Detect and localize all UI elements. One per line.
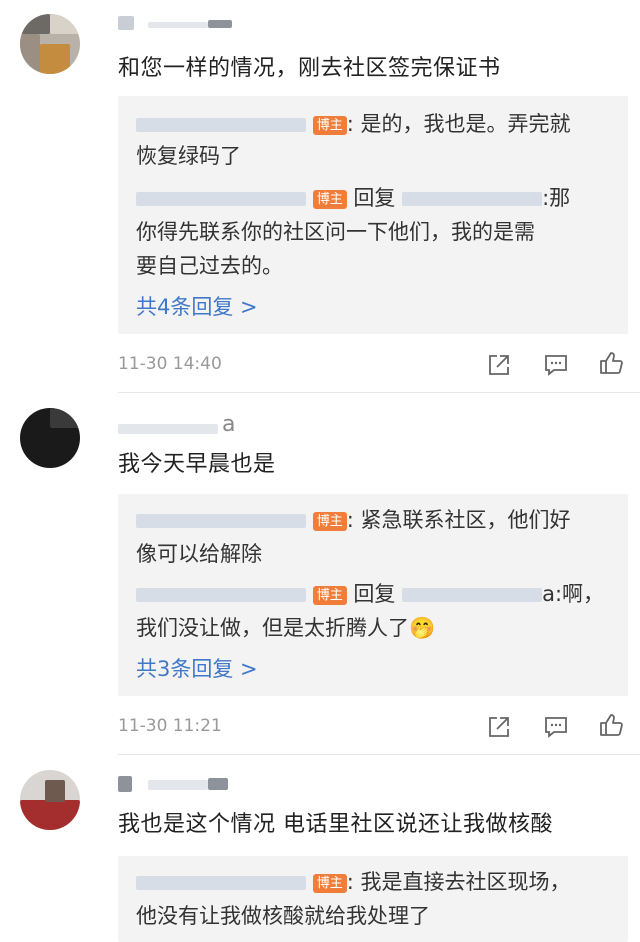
reply-1: 博主: 我是直接去社区现场， 他没有让我做核酸就给我处理了 — [136, 866, 616, 932]
reply-word: 回复 — [353, 186, 396, 210]
comment-text: 我今天早晨也是 — [118, 452, 276, 477]
like-icon[interactable] — [598, 350, 624, 376]
username-suffix: a — [222, 412, 236, 437]
blogger-badge: 博主 — [312, 190, 347, 209]
reply-1: 博主: 是的，我也是。弄完就 恢复绿码了 — [136, 108, 616, 172]
share-icon[interactable] — [486, 714, 512, 740]
reply-text: 恢复绿码了 — [136, 144, 241, 168]
redacted-name[interactable] — [402, 192, 543, 206]
comment-icon[interactable] — [543, 352, 569, 378]
comment-icon[interactable] — [543, 714, 569, 740]
reply-text: 要自己过去的。 — [136, 254, 283, 278]
share-icon[interactable] — [486, 352, 512, 378]
redacted-name[interactable] — [136, 192, 306, 206]
redacted-name[interactable] — [136, 514, 306, 528]
reply-1: 博主: 紧急联系社区，他们好 像可以给解除 — [136, 504, 616, 568]
reply-text: : 我是直接去社区现场， — [346, 870, 571, 894]
view-more-replies-link[interactable]: 共3条回复 > — [136, 654, 258, 684]
timestamp: 11-30 14:40 — [118, 354, 222, 374]
avatar[interactable] — [20, 14, 80, 74]
divider — [118, 392, 640, 393]
reply-text: : 紧急联系社区，他们好 — [346, 508, 571, 532]
redacted-name[interactable] — [136, 118, 306, 132]
reply-text: 你得先联系你的社区问一下他们，我的是需 — [136, 220, 535, 244]
reply-text: : 是的，我也是。弄完就 — [346, 112, 571, 136]
reply-box[interactable]: 博主: 我是直接去社区现场， 他没有让我做核酸就给我处理了 — [118, 856, 628, 942]
reply-2: 博主 回复 :那 你得先联系你的社区问一下他们，我的是需 要自己过去的。 — [136, 182, 616, 282]
redacted-name[interactable] — [136, 588, 306, 602]
reply-text: 像可以给解除 — [136, 542, 262, 566]
reply-box[interactable]: 博主: 紧急联系社区，他们好 像可以给解除 博主 回复 a:啊， 我们没让做，但… — [118, 494, 628, 696]
comment-text: 和您一样的情况，刚去社区签完保证书 — [118, 56, 501, 81]
reply-box[interactable]: 博主: 是的，我也是。弄完就 恢复绿码了 博主 回复 :那 你得先联系你的社区问… — [118, 96, 628, 334]
reply-text: 我们没让做，但是太折腾人了🤭 — [136, 616, 436, 640]
timestamp: 11-30 11:21 — [118, 716, 222, 736]
reply-text: a:啊， — [542, 582, 605, 606]
redacted-name[interactable] — [136, 876, 306, 890]
blogger-badge: 博主 — [312, 874, 347, 893]
reply-2: 博主 回复 a:啊， 我们没让做，但是太折腾人了🤭 — [136, 578, 616, 642]
blogger-badge: 博主 — [312, 586, 347, 605]
reply-text: :那 — [542, 186, 571, 210]
avatar[interactable] — [20, 408, 80, 468]
reply-text: 他没有让我做核酸就给我处理了 — [136, 904, 430, 928]
avatar[interactable] — [20, 770, 80, 830]
comment-text: 我也是这个情况 电话里社区说还让我做核酸 — [118, 812, 553, 837]
redacted-name[interactable] — [402, 588, 543, 602]
blogger-badge: 博主 — [312, 116, 347, 135]
divider — [118, 754, 640, 755]
reply-word: 回复 — [353, 582, 396, 606]
view-more-replies-link[interactable]: 共4条回复 > — [136, 292, 258, 322]
blogger-badge: 博主 — [312, 512, 347, 531]
like-icon[interactable] — [598, 712, 624, 738]
